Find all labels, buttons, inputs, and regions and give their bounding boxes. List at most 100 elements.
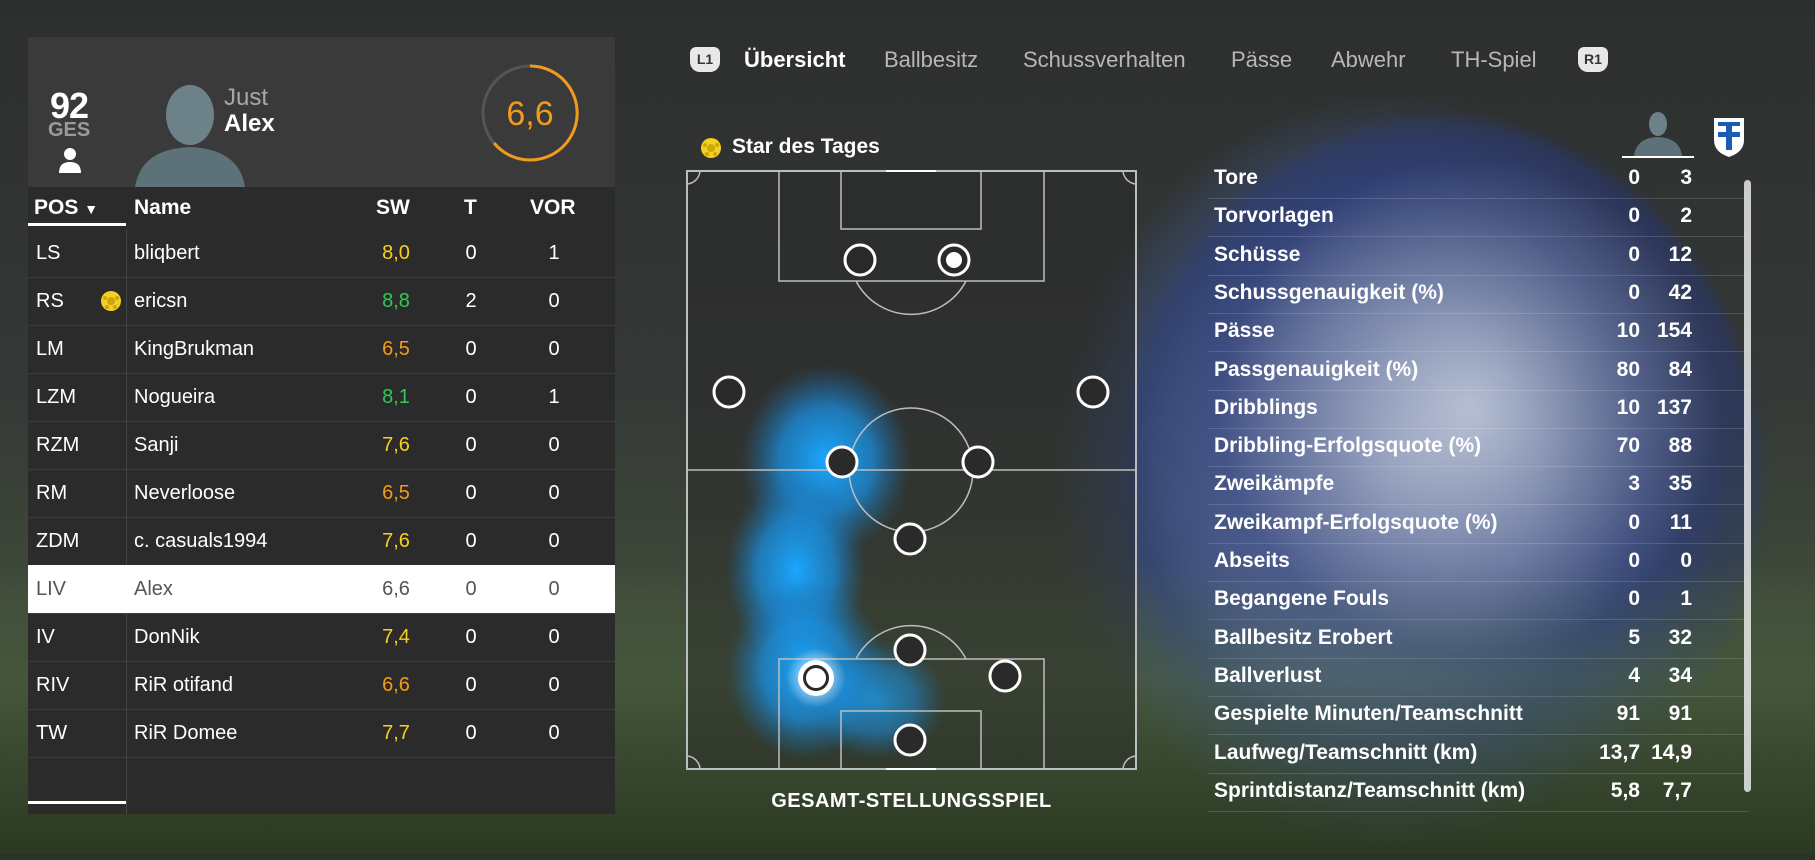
empty-pos-column (28, 757, 127, 814)
row-assists: 1 (548, 242, 560, 264)
stat-team-value: 3 (1680, 166, 1692, 189)
stat-label: Abseits (1214, 549, 1290, 572)
stat-team-value: 35 (1668, 472, 1692, 496)
stat-row: Pässe 10 154 (1208, 313, 1748, 353)
star-of-the-day-label: Star des Tages (732, 135, 880, 158)
tab-ballbesitz[interactable]: Ballbesitz (884, 47, 978, 73)
stat-row: Laufweg/Teamschnitt (km) 13,7 14,9 (1208, 735, 1748, 774)
stat-row: Schüsse 0 12 (1208, 237, 1748, 276)
stat-label: Ballverlust (1214, 663, 1322, 687)
player-marker (961, 445, 995, 479)
r1-button[interactable]: R1 (1578, 47, 1608, 72)
stat-player-value: 10 (1616, 319, 1640, 343)
row-rating: 6,6 (382, 578, 410, 600)
tab-th-spiel[interactable]: TH-Spiel (1451, 47, 1537, 73)
stat-player-value: 13,7 (1599, 740, 1640, 764)
stat-row: Passgenauigkeit (%) 80 84 (1208, 352, 1748, 391)
star-of-the-day-icon (101, 291, 121, 311)
lineup-row[interactable]: RIV RiR otifand 6,6 0 0 (28, 661, 615, 710)
player-last-name: Alex (224, 110, 275, 137)
lineup-row[interactable]: ZDM c. casuals1994 7,6 0 0 (28, 517, 615, 566)
player-marker (893, 522, 927, 556)
stat-row: Abseits 0 0 (1208, 543, 1748, 582)
tab-uebersicht[interactable]: Übersicht (744, 47, 845, 73)
stat-label: Dribbling-Erfolgsquote (%) (1214, 434, 1482, 458)
player-marker (988, 659, 1022, 693)
stat-team-value: 32 (1668, 625, 1692, 649)
sort-down-icon: ▼ (84, 201, 99, 217)
player-marker (1076, 375, 1110, 409)
row-player-name: RiR Domee (134, 722, 238, 744)
row-rating: 6,6 (382, 674, 410, 696)
row-player-name: c. casuals1994 (134, 530, 268, 552)
stat-player-value: 0 (1628, 204, 1640, 228)
row-goals: 0 (465, 722, 477, 744)
stat-label: Schussgenauigkeit (%) (1214, 280, 1444, 304)
stat-team-value: 137 (1656, 395, 1692, 419)
tab-schussverhalten[interactable]: Schussverhalten (1023, 47, 1186, 73)
row-player-name: RiR otifand (134, 674, 233, 696)
l1-button[interactable]: L1 (690, 47, 720, 72)
row-assists: 0 (548, 722, 560, 744)
row-player-name: Nogueira (134, 386, 216, 408)
lineup-row[interactable]: LS bliqbert 8,0 0 1 (28, 229, 615, 278)
row-rating: 8,1 (382, 386, 410, 408)
lineup-row[interactable]: RM Neverloose 6,5 0 0 (28, 469, 615, 518)
lineup-row[interactable]: LZM Nogueira 8,1 0 1 (28, 373, 615, 422)
row-goals: 0 (465, 242, 477, 264)
tab-paesse[interactable]: Pässe (1231, 47, 1292, 73)
stat-team-value: 2 (1680, 204, 1692, 228)
row-rating: 7,6 (382, 530, 410, 552)
row-position: TW (36, 722, 68, 744)
person-icon (59, 148, 81, 173)
row-assists: 0 (548, 434, 560, 456)
row-goals: 2 (465, 290, 477, 312)
player-marker (712, 375, 746, 409)
stat-row: Dribbling-Erfolgsquote (%) 70 88 (1208, 428, 1748, 468)
stat-row: Begangene Fouls 0 1 (1208, 581, 1748, 621)
ball-icon (946, 252, 962, 268)
row-goals: 0 (465, 674, 477, 696)
lineup-row[interactable]: LM KingBrukman 6,5 0 0 (28, 325, 615, 374)
stat-team-value: 7,7 (1662, 778, 1692, 802)
stat-team-value: 84 (1668, 357, 1692, 381)
row-position: RM (36, 482, 68, 504)
pos-header-label: POS (34, 196, 79, 219)
heatmap-pitch (686, 170, 1137, 770)
row-position: RZM (36, 434, 80, 456)
stat-label: Laufweg/Teamschnitt (km) (1214, 740, 1478, 764)
stat-label: Pässe (1214, 319, 1275, 343)
stat-team-value: 14,9 (1651, 740, 1692, 764)
row-rating: 6,5 (382, 482, 410, 504)
lineup-row[interactable]: RS ericsn 8,8 2 0 (28, 277, 615, 326)
pitch-caption: GESAMT-STELLUNGSSPIEL (771, 790, 1052, 812)
stat-player-value: 0 (1628, 587, 1640, 611)
stat-row: Schussgenauigkeit (%) 0 42 (1208, 275, 1748, 314)
row-player-name: ericsn (134, 290, 188, 312)
lineup-row[interactable]: LIV Alex 6,6 0 0 (28, 565, 615, 614)
lineup-row[interactable]: RZM Sanji 7,6 0 0 (28, 421, 615, 470)
pos-header-underline (28, 223, 126, 226)
pos-sort-header[interactable]: POS ▼ (34, 196, 98, 220)
player-header: 92 GES Just Alex 6,6 (28, 37, 615, 187)
stats-scrollbar[interactable] (1744, 180, 1751, 792)
row-goals: 0 (465, 434, 477, 456)
row-position: LS (36, 242, 61, 264)
stat-team-value: 11 (1669, 510, 1692, 534)
name-header: Name (134, 196, 192, 219)
stat-row: Torvorlagen 0 2 (1208, 198, 1748, 238)
stat-player-value: 0 (1628, 242, 1640, 266)
tab-abwehr[interactable]: Abwehr (1331, 47, 1406, 73)
stat-row: Sprintdistanz/Teamschnitt (km) 5,8 7,7 (1208, 773, 1748, 812)
star-of-the-day-icon (701, 138, 721, 158)
row-position: LIV (36, 578, 67, 600)
stat-team-value: 12 (1668, 242, 1692, 266)
stat-row: Ballverlust 4 34 (1208, 658, 1748, 697)
lineup-row[interactable]: TW RiR Domee 7,7 0 0 (28, 709, 615, 758)
row-position: RS (36, 290, 64, 312)
stat-label: Ballbesitz Erobert (1214, 625, 1393, 649)
row-rating: 8,0 (382, 242, 410, 264)
stat-team-value: 42 (1668, 280, 1692, 304)
row-assists: 0 (548, 578, 560, 600)
lineup-row[interactable]: IV DonNik 7,4 0 0 (28, 613, 615, 662)
